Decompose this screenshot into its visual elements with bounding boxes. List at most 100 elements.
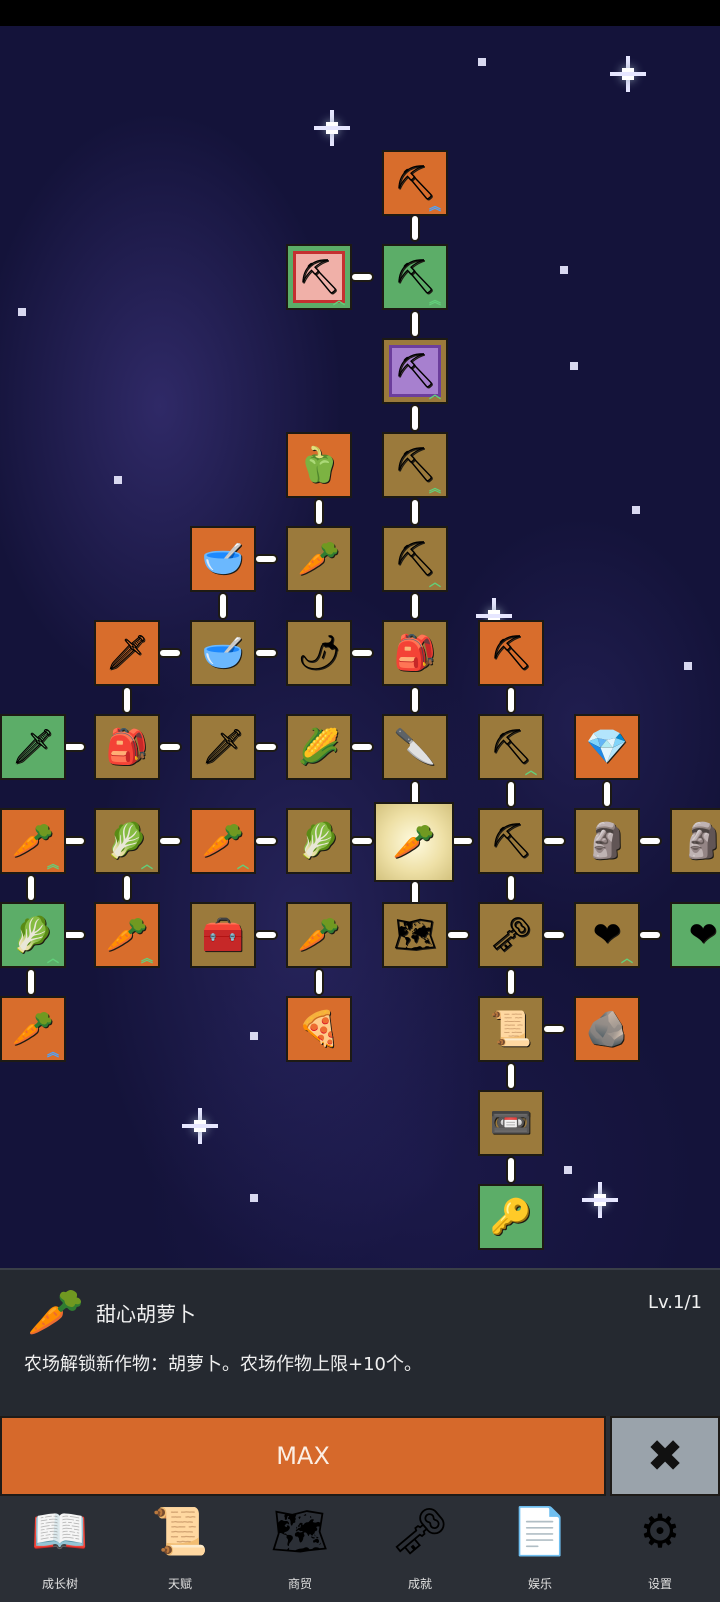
backpack-icon: 🎒: [105, 727, 149, 767]
upgrade-arrow-icon: ︿: [620, 951, 633, 966]
tree-link: [316, 500, 322, 524]
tree-link: [508, 970, 514, 994]
skill-node-sword-gold[interactable]: 🗡: [94, 620, 160, 686]
bottom-panel: 🥕 甜心胡萝卜 Lv.1/1 农场解锁新作物：胡萝卜。农场作物上限+10个。 M…: [0, 1268, 720, 1602]
nav-label: 商贸: [287, 1577, 312, 1591]
upgrade-arrow-icon: ︿: [236, 857, 249, 872]
skill-node-crystal[interactable]: 💎: [574, 714, 640, 780]
upgrade-arrow-icon: ︽: [46, 857, 59, 872]
shovel-icon: ⛏: [393, 539, 437, 579]
skill-node-shovel-red[interactable]: ⛏ ︿: [286, 244, 352, 310]
skill-node-chili[interactable]: 🌶: [286, 620, 352, 686]
statue-icon: 🗿: [585, 821, 629, 861]
tree-link: [544, 1026, 564, 1032]
tree-link: [412, 688, 418, 712]
skill-node-cassette[interactable]: 📼: [478, 1090, 544, 1156]
skill-node-pizza[interactable]: 🍕: [286, 996, 352, 1062]
skill-node-statue-2[interactable]: 🗿: [670, 808, 720, 874]
skill-node-backpack-1[interactable]: 🎒: [382, 620, 448, 686]
skill-node-cabbage-3[interactable]: 🥬 ︿: [0, 902, 66, 968]
nav-item-settings[interactable]: ⚙ 设置: [600, 1496, 720, 1602]
skill-node-carrot-center[interactable]: 🥕: [374, 802, 454, 882]
nav-item-growth-tree[interactable]: 📖 成长树: [0, 1496, 120, 1602]
skill-node-cabbage-2[interactable]: 🥬: [286, 808, 352, 874]
skill-node-carrot-4[interactable]: 🥕 ︽: [0, 996, 66, 1062]
star: [18, 308, 26, 316]
upgrade-arrow-icon: ︿: [140, 857, 153, 872]
radish-icon: 🥕: [297, 539, 341, 579]
shovel-icon: ⛏: [297, 257, 341, 297]
skill-node-carrot-2[interactable]: 🥕 ︿: [190, 808, 256, 874]
scroll-icon: 📜: [151, 1504, 209, 1558]
skill-node-key-grey[interactable]: 🔑: [478, 1184, 544, 1250]
skill-node-carrot-3[interactable]: 🥕 ︽: [94, 902, 160, 968]
skill-node-shovel-4[interactable]: ⛏ ︿: [382, 526, 448, 592]
nav-item-achievement[interactable]: 🗝 成就: [360, 1496, 480, 1602]
paper-icon: 📄: [511, 1504, 569, 1558]
pickaxe-icon: ⛏: [489, 727, 533, 767]
skill-node-backpack-2[interactable]: 🎒: [94, 714, 160, 780]
star: [632, 506, 640, 514]
skill-node-heart-1[interactable]: ❤ ︿: [574, 902, 640, 968]
tree-link: [352, 650, 372, 656]
skill-node-shovel-3[interactable]: ⛏ ︽: [382, 432, 448, 498]
skill-node-pickaxe-2[interactable]: ⛏ ︿: [478, 714, 544, 780]
nav-item-talent[interactable]: 📜 天赋: [120, 1496, 240, 1602]
skill-node-chest[interactable]: 🧰: [190, 902, 256, 968]
skill-node-dagger[interactable]: 🔪: [382, 714, 448, 780]
bowl-icon: 🥣: [201, 539, 245, 579]
skill-node-pickaxe-3[interactable]: ⛏: [478, 808, 544, 874]
star: [250, 1032, 258, 1040]
nav-item-entertainment[interactable]: 📄 娱乐: [480, 1496, 600, 1602]
sparkle-star: [610, 56, 646, 92]
max-button[interactable]: MAX: [0, 1416, 606, 1496]
skill-node-parsnip[interactable]: 🥕: [286, 902, 352, 968]
shovel-icon: ⛏: [393, 351, 437, 391]
skill-node-heart-2[interactable]: ❤: [670, 902, 720, 968]
pickaxe-icon: ⛏: [489, 633, 533, 673]
skill-node-pepper[interactable]: 🫑: [286, 432, 352, 498]
tree-link: [256, 744, 276, 750]
cabbage-icon: 🥬: [11, 915, 55, 955]
nav-item-trade[interactable]: 🗺 商贸: [240, 1496, 360, 1602]
skill-node-shovel-top[interactable]: ⛏ ︽: [382, 150, 448, 216]
skill-node-bowl-1[interactable]: 🥣: [190, 526, 256, 592]
skill-node-shovel-2[interactable]: ⛏ ︽: [382, 244, 448, 310]
upgrade-arrow-icon: ︽: [428, 481, 441, 496]
tree-link: [508, 782, 514, 806]
tree-link: [64, 744, 84, 750]
ore-icon: 🪨: [585, 1009, 629, 1049]
upgrade-arrow-icon: ︽: [428, 293, 441, 308]
upgrade-arrow-icon: ︽: [428, 199, 441, 214]
skill-node-scroll[interactable]: 📜: [478, 996, 544, 1062]
skill-node-sword-green[interactable]: 🗡: [0, 714, 66, 780]
skill-node-pickaxe-1[interactable]: ⛏: [478, 620, 544, 686]
tree-link: [64, 932, 84, 938]
skill-node-map[interactable]: 🗺: [382, 902, 448, 968]
upgrade-arrow-icon: ︿: [524, 763, 537, 778]
scroll-icon: 📜: [489, 1009, 533, 1049]
skill-node-radish[interactable]: 🥕: [286, 526, 352, 592]
skill-tree-canvas[interactable]: ⛏ ︽ ⛏ ︿ ⛏ ︽ ⛏ ︿ 🫑 ⛏ ︽ 🥣 🥕 ⛏ ︿ 🗡 🥣 🌶 🎒 ⛏ 🗡 🎒 🗡 …: [0, 26, 720, 1268]
tree-link: [352, 744, 372, 750]
star: [560, 266, 568, 274]
heart-icon: ❤: [688, 915, 718, 955]
skill-node-cabbage-1[interactable]: 🥬 ︿: [94, 808, 160, 874]
skill-node-shovel-purple[interactable]: ⛏ ︿: [382, 338, 448, 404]
pickaxe-icon: ⛏: [489, 821, 533, 861]
tree-link: [412, 406, 418, 430]
heart-icon: ❤: [592, 915, 622, 955]
skill-node-carrot-1[interactable]: 🥕 ︽: [0, 808, 66, 874]
close-button[interactable]: ✖: [610, 1416, 720, 1496]
tree-link: [640, 838, 660, 844]
dagger-icon: 🔪: [393, 727, 437, 767]
skill-node-statue-1[interactable]: 🗿: [574, 808, 640, 874]
skill-node-bowl-2[interactable]: 🥣: [190, 620, 256, 686]
skill-node-sword-2[interactable]: 🗡: [190, 714, 256, 780]
sword-icon: 🗡: [201, 727, 245, 767]
tree-link: [448, 932, 468, 938]
skill-node-corn[interactable]: 🌽: [286, 714, 352, 780]
skill-node-key-gold[interactable]: 🗝: [478, 902, 544, 968]
skill-node-ore[interactable]: 🪨: [574, 996, 640, 1062]
upgrade-arrow-icon: ︽: [46, 1045, 59, 1060]
